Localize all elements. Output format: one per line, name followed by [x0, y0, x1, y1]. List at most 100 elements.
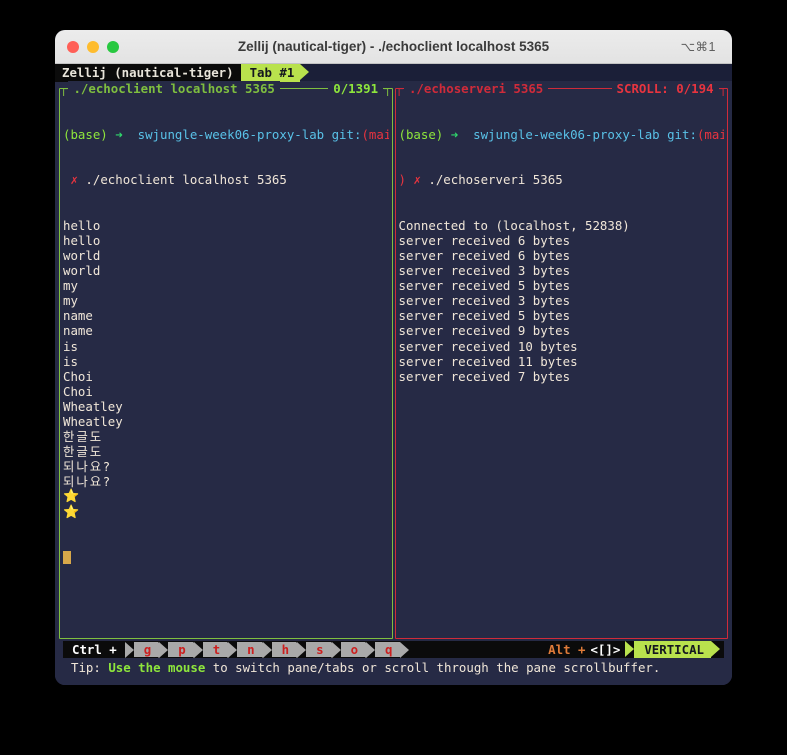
tip-row: Tip: Use the mouse to switch pane/tabs o… — [55, 658, 732, 678]
output-line: Wheatley — [63, 413, 123, 429]
prompt-line-left: (base) ➜ swjungle-week06-proxy-lab git:(… — [63, 127, 389, 142]
keybinding-g[interactable]: g — [133, 642, 159, 657]
output-line: name — [63, 323, 93, 339]
output-line: 한글도 — [63, 429, 104, 445]
output-line: ⭐ — [63, 489, 80, 505]
pane-content-right[interactable]: (base) ➜ swjungle-week06-proxy-lab git:(… — [399, 97, 725, 637]
tabbar-filler — [300, 64, 732, 81]
command-line-right: ) ✗ ./echoserveri 5365 — [399, 172, 725, 187]
keybinding-h[interactable]: h — [271, 642, 297, 657]
keybinding-o[interactable]: o — [340, 642, 366, 657]
pane-corner-right-left: ┐ — [384, 81, 392, 96]
minimize-button[interactable] — [87, 40, 99, 53]
output-line: Choi — [63, 383, 93, 399]
output-line: is — [63, 338, 78, 354]
prompt-status-mark-right: ✗ — [413, 172, 421, 188]
pane-title-text-left: ./echoclient localhost 5365 — [68, 81, 280, 96]
output-line: server received 10 bytes — [398, 338, 578, 354]
command-text-left: ./echoclient localhost 5365 — [85, 172, 287, 188]
prompt-arrow-icon-right: ➜ — [450, 127, 459, 143]
output-lines-left: hello hello world world my my name name is is Choi… — [63, 218, 389, 520]
maximize-button[interactable] — [107, 40, 119, 53]
output-line: ⭐ — [63, 504, 80, 520]
output-line: server received 6 bytes — [398, 232, 571, 248]
output-line: server received 5 bytes — [398, 308, 571, 324]
traffic-lights — [55, 40, 119, 53]
prompt-git-branch-open-right: (main — [696, 127, 724, 143]
tip-suffix: to switch pane/tabs or scroll through th… — [205, 660, 661, 675]
pane-corner-left-right: ┌ — [395, 81, 403, 96]
output-line: world — [63, 263, 101, 279]
output-line: Choi — [63, 368, 93, 384]
output-line: server received 5 bytes — [398, 278, 571, 294]
pane-scroll-status-left: 0/1391 — [328, 81, 384, 96]
prompt-env-left: (base) — [63, 127, 108, 143]
pane-title-right: ┌ ./echoserveri 5365 SCROLL: 0/194 ┐ — [395, 81, 729, 96]
output-line: my — [63, 278, 78, 294]
prompt-env-right: (base) — [398, 127, 444, 143]
output-line: 되나요? — [63, 474, 112, 490]
window-title: Zellij (nautical-tiger) - ./echoclient l… — [237, 39, 550, 54]
keybinding-n[interactable]: n — [237, 642, 262, 657]
prompt-arrow-icon-left: ➜ — [115, 127, 123, 143]
output-line: 한글도 — [63, 444, 104, 460]
output-line: server received 3 bytes — [398, 263, 571, 279]
output-lines-right: Connected to (localhost, 52838) server re… — [399, 218, 725, 384]
terminal-body: Zellij (nautical-tiger) Tab #1 ┌ ./echoc… — [55, 63, 732, 685]
output-line: name — [63, 308, 93, 324]
output-line: server received 3 bytes — [398, 293, 571, 309]
keybinding-t[interactable]: t — [202, 642, 228, 657]
window-shortcut-hint: ⌥⌘1 — [680, 40, 716, 54]
output-line: my — [63, 293, 78, 309]
output-line: Connected to (localhost, 52838) — [398, 217, 630, 233]
cursor-line-left — [63, 550, 389, 565]
pane-echoserveri[interactable]: ┌ ./echoserveri 5365 SCROLL: 0/194 ┐ (ba… — [394, 81, 729, 641]
layout-mode-badge[interactable]: VERTICAL — [625, 641, 720, 658]
pane-title-rule-right — [550, 88, 610, 89]
keybinding-p[interactable]: p — [168, 642, 193, 657]
alt-keys: <[]> — [590, 642, 621, 657]
output-line: hello — [63, 232, 101, 248]
output-line: is — [63, 353, 78, 369]
output-line: world — [63, 247, 101, 263]
prompt-line-right: (base) ➜ swjungle-week06-proxy-lab git:(… — [399, 127, 725, 142]
prompt-git-prefix-left: git: — [331, 127, 362, 143]
output-line: server received 7 bytes — [398, 368, 571, 384]
pane-echoclient[interactable]: ┌ ./echoclient localhost 5365 0/1391 ┐ (… — [59, 81, 393, 641]
pane-corner-left: ┌ — [60, 81, 68, 96]
tip-highlight: Use the mouse — [108, 660, 206, 675]
close-button[interactable] — [67, 40, 79, 53]
output-line: Wheatley — [63, 398, 123, 414]
command-line-left: ✗ ./echoclient localhost 5365 — [63, 172, 389, 187]
output-line: server received 11 bytes — [398, 353, 578, 369]
keybinding-chips: gptnhsoq — [124, 641, 400, 658]
tab-1[interactable]: Tab #1 — [231, 63, 310, 82]
pane-title-rule-left — [281, 88, 327, 89]
output-line: hello — [63, 217, 101, 233]
zellij-tabbar: Zellij (nautical-tiger) Tab #1 — [55, 63, 732, 82]
terminal-window: Zellij (nautical-tiger) - ./echoclient l… — [55, 30, 732, 685]
pane-content-left[interactable]: (base) ➜ swjungle-week06-proxy-lab git:(… — [63, 97, 389, 637]
zellij-statusbar: Ctrl + gptnhsoq Alt + <[]> VERTICAL Tip:… — [55, 641, 732, 685]
prompt-git-prefix-right: git: — [667, 127, 697, 143]
keybinding-q[interactable]: q — [375, 642, 400, 657]
text-cursor — [63, 550, 71, 564]
session-name: Zellij (nautical-tiger) — [55, 63, 241, 82]
output-line: server received 6 bytes — [398, 247, 571, 263]
prompt-status-mark-left: ✗ — [70, 172, 78, 188]
pane-title-left: ┌ ./echoclient localhost 5365 0/1391 ┐ — [59, 81, 393, 96]
keybinding-s[interactable]: s — [306, 642, 331, 657]
keybinding-row: Ctrl + gptnhsoq Alt + <[]> VERTICAL — [63, 641, 724, 658]
alt-label: Alt + — [548, 642, 586, 657]
prompt-git-branch-close-right: ) — [398, 172, 406, 188]
pane-corner-right-right: ┐ — [719, 81, 727, 96]
pane-container: ┌ ./echoclient localhost 5365 0/1391 ┐ (… — [55, 81, 732, 641]
window-titlebar: Zellij (nautical-tiger) - ./echoclient l… — [55, 30, 732, 64]
tip-prefix: Tip: — [71, 660, 109, 675]
ctrl-label: Ctrl + — [63, 641, 124, 658]
prompt-dir-left: swjungle-week06-proxy-lab — [137, 127, 325, 143]
command-text-right: ./echoserveri 5365 — [428, 172, 563, 188]
prompt-dir-right: swjungle-week06-proxy-lab — [473, 127, 660, 143]
pane-title-text-right: ./echoserveri 5365 — [403, 81, 549, 96]
output-line: server received 9 bytes — [398, 323, 571, 339]
